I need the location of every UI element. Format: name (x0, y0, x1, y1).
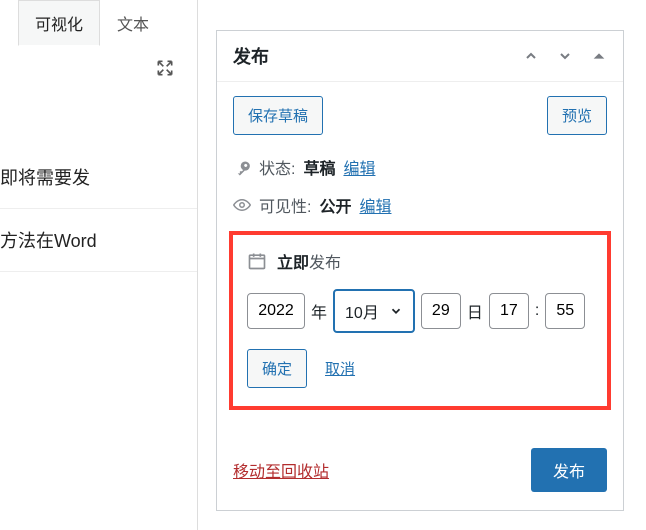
month-value: 10月 (345, 299, 379, 323)
day-suffix: 日 (467, 299, 483, 323)
caret-up-icon[interactable] (591, 48, 607, 64)
minute-input[interactable] (545, 293, 585, 329)
panel-header: 发布 (217, 31, 623, 82)
editor-tabs: 可视化 文本 (18, 0, 197, 46)
panel-controls (523, 48, 607, 64)
fullscreen-icon[interactable] (155, 58, 175, 83)
status-row: 状态: 草稿 编辑 (233, 155, 607, 179)
list-item[interactable]: 即将需要发 (0, 146, 197, 209)
key-icon (233, 158, 251, 176)
list-item[interactable]: 方法在Word (0, 209, 197, 272)
tab-text[interactable]: 文本 (100, 0, 166, 46)
hour-input[interactable] (489, 293, 529, 329)
date-picker-row: 年 10月 日 : (247, 289, 593, 333)
status-edit-link[interactable]: 编辑 (343, 155, 375, 179)
publish-panel: 发布 保存草稿 预览 状态: 草稿 编辑 (216, 30, 624, 511)
panel-title: 发布 (233, 43, 269, 69)
panel-body: 保存草稿 预览 状态: 草稿 编辑 可见性: 公开 编辑 (217, 82, 623, 434)
visibility-label: 可见性: (259, 193, 311, 217)
ok-button[interactable]: 确定 (247, 349, 307, 388)
save-draft-button[interactable]: 保存草稿 (233, 96, 323, 135)
calendar-icon (247, 251, 267, 271)
sidebar-right: 发布 保存草稿 预览 状态: 草稿 编辑 (198, 0, 646, 530)
chevron-down-icon (389, 304, 403, 318)
visibility-row: 可见性: 公开 编辑 (233, 193, 607, 217)
chevron-up-icon[interactable] (523, 48, 539, 64)
visibility-edit-link[interactable]: 编辑 (359, 193, 391, 217)
eye-icon (233, 196, 251, 214)
tab-visual[interactable]: 可视化 (18, 0, 100, 46)
draft-preview-row: 保存草稿 预览 (233, 96, 607, 135)
cancel-link[interactable]: 取消 (325, 358, 355, 379)
publish-button[interactable]: 发布 (531, 448, 607, 492)
move-to-trash-link[interactable]: 移动至回收站 (233, 458, 329, 482)
schedule-highlight: 立即发布 年 10月 日 : (229, 231, 611, 410)
time-colon: : (535, 302, 539, 320)
post-list: 即将需要发 方法在Word (0, 146, 197, 272)
status-label: 状态: (259, 155, 295, 179)
schedule-confirm-row: 确定 取消 (247, 349, 593, 388)
year-suffix: 年 (311, 299, 327, 323)
schedule-heading: 立即发布 (247, 249, 593, 273)
editor-left-pane: 可视化 文本 即将需要发 方法在Word (0, 0, 198, 530)
app-root: 可视化 文本 即将需要发 方法在Word 发布 (0, 0, 646, 530)
chevron-down-icon[interactable] (557, 48, 573, 64)
year-input[interactable] (247, 293, 305, 329)
month-select[interactable]: 10月 (333, 289, 415, 333)
visibility-value: 公开 (319, 193, 351, 217)
schedule-bold: 立即 (277, 255, 309, 272)
status-value: 草稿 (303, 155, 335, 179)
day-input[interactable] (421, 293, 461, 329)
preview-button[interactable]: 预览 (547, 96, 607, 135)
panel-footer: 移动至回收站 发布 (217, 434, 623, 510)
schedule-rest: 发布 (309, 255, 341, 272)
